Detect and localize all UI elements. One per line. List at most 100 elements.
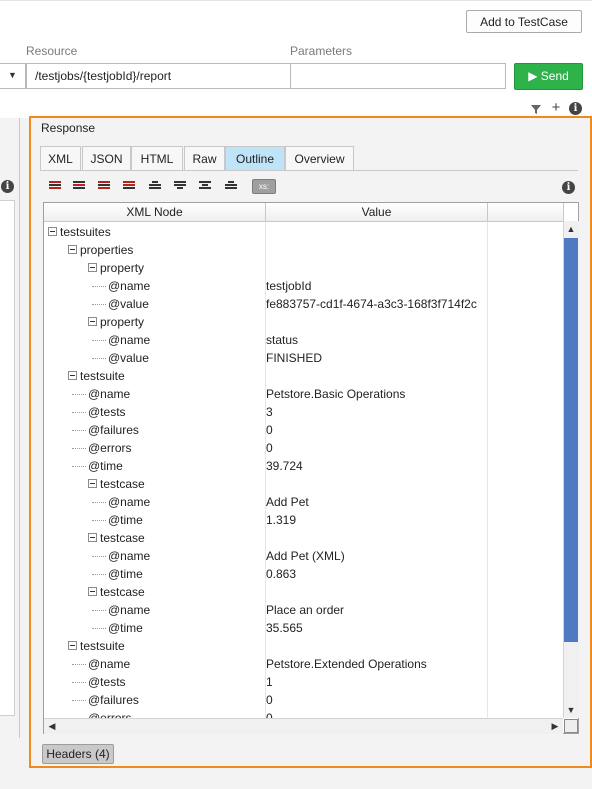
node-value: status bbox=[266, 333, 299, 347]
node-value: 35.565 bbox=[266, 621, 303, 635]
table-row[interactable]: @name Petstore.Basic Operations bbox=[44, 385, 564, 403]
filter-icon[interactable] bbox=[530, 103, 542, 115]
table-row[interactable]: @failures 0 bbox=[44, 421, 564, 439]
collapse-toggle-icon[interactable] bbox=[48, 227, 57, 236]
table-row[interactable]: @tests 1 bbox=[44, 673, 564, 691]
node-name: @value bbox=[108, 351, 149, 365]
chevron-down-icon: ▼ bbox=[8, 70, 17, 80]
move-down-icon[interactable] bbox=[149, 181, 161, 192]
expand-level-icon[interactable] bbox=[98, 181, 110, 192]
move-bottom-icon[interactable] bbox=[225, 181, 237, 192]
expand-all-icon[interactable] bbox=[123, 181, 135, 192]
node-value: 0 bbox=[266, 693, 273, 707]
table-row[interactable]: @errors 0 bbox=[44, 439, 564, 457]
tree-line bbox=[72, 430, 86, 432]
column-header-value[interactable]: Value bbox=[266, 203, 488, 222]
node-name: @errors bbox=[88, 441, 132, 455]
parameters-input[interactable] bbox=[290, 63, 506, 89]
tree-line bbox=[92, 610, 106, 612]
divider bbox=[0, 0, 592, 1]
resource-input[interactable]: /testjobs/{testjobId}/report bbox=[26, 63, 291, 89]
collapse-all-icon[interactable] bbox=[49, 181, 61, 192]
tab-json[interactable]: JSON bbox=[82, 146, 131, 171]
horizontal-scrollbar[interactable] bbox=[44, 718, 563, 734]
table-row[interactable]: @name testjobId bbox=[44, 277, 564, 295]
tab-raw[interactable]: Raw bbox=[184, 146, 225, 171]
table-row[interactable]: @name Place an order bbox=[44, 601, 564, 619]
table-row[interactable]: testcase bbox=[44, 475, 564, 493]
node-name: property bbox=[100, 261, 145, 275]
table-row[interactable]: @tests 3 bbox=[44, 403, 564, 421]
scroll-right-icon[interactable]: ▶ bbox=[548, 719, 562, 733]
info-icon[interactable]: i bbox=[562, 181, 575, 194]
zoom-icon[interactable] bbox=[564, 719, 578, 733]
node-name: @value bbox=[108, 297, 149, 311]
tab-xml[interactable]: XML bbox=[40, 146, 81, 171]
node-name: testcase bbox=[100, 477, 145, 491]
table-row[interactable]: @time 1.319 bbox=[44, 511, 564, 529]
collapse-toggle-icon[interactable] bbox=[68, 641, 77, 650]
table-row[interactable]: @value fe883757-cd1f-4674-a3c3-168f3f714f… bbox=[44, 295, 564, 313]
table-row[interactable]: @name status bbox=[44, 331, 564, 349]
collapse-toggle-icon[interactable] bbox=[88, 317, 97, 326]
info-icon[interactable]: i bbox=[569, 102, 582, 115]
table-row[interactable]: @value FINISHED bbox=[44, 349, 564, 367]
tab-outline[interactable]: Outline bbox=[225, 146, 285, 171]
table-row[interactable]: property bbox=[44, 259, 564, 277]
table-row[interactable]: @failures 0 bbox=[44, 691, 564, 709]
tab-html[interactable]: HTML bbox=[131, 146, 183, 171]
table-row[interactable]: @name Petstore.Extended Operations bbox=[44, 655, 564, 673]
add-to-testcase-button[interactable]: Add to TestCase bbox=[466, 10, 582, 33]
parameters-label: Parameters bbox=[290, 44, 353, 58]
method-dropdown[interactable]: ▼ bbox=[0, 63, 26, 89]
headers-button[interactable]: Headers (4) bbox=[42, 744, 114, 764]
plus-icon[interactable]: + bbox=[550, 100, 562, 115]
xs-types-button[interactable]: xs: bbox=[252, 179, 276, 194]
table-row[interactable]: testsuite bbox=[44, 637, 564, 655]
info-icon[interactable]: i bbox=[1, 180, 14, 193]
node-name: testsuite bbox=[80, 639, 125, 653]
response-title: Response bbox=[41, 121, 96, 135]
table-row[interactable]: testcase bbox=[44, 583, 564, 601]
node-name: @failures bbox=[88, 693, 139, 707]
table-row[interactable]: @name Add Pet bbox=[44, 493, 564, 511]
collapse-toggle-icon[interactable] bbox=[88, 263, 97, 272]
collapse-toggle-icon[interactable] bbox=[88, 533, 97, 542]
collapse-level-icon[interactable] bbox=[73, 181, 85, 192]
node-name: @name bbox=[88, 657, 131, 671]
tree-line bbox=[72, 466, 86, 468]
collapse-toggle-icon[interactable] bbox=[68, 371, 77, 380]
outline-grid[interactable]: XML Node Value testsuites properties prope… bbox=[43, 202, 579, 734]
table-row[interactable]: properties bbox=[44, 241, 564, 259]
collapse-toggle-icon[interactable] bbox=[68, 245, 77, 254]
tree-line bbox=[72, 412, 86, 414]
scroll-thumb[interactable] bbox=[564, 238, 578, 642]
tree-line bbox=[92, 358, 106, 360]
column-header-xml-node[interactable]: XML Node bbox=[44, 203, 266, 222]
collapse-toggle-icon[interactable] bbox=[88, 587, 97, 596]
move-up-icon[interactable] bbox=[174, 181, 186, 192]
table-row[interactable]: testsuite bbox=[44, 367, 564, 385]
table-row[interactable]: @time 39.724 bbox=[44, 457, 564, 475]
move-top-icon[interactable] bbox=[199, 181, 211, 192]
table-row[interactable]: @time 35.565 bbox=[44, 619, 564, 637]
node-name: @time bbox=[108, 621, 143, 635]
scroll-left-icon[interactable]: ◀ bbox=[45, 719, 59, 733]
node-value: 0.863 bbox=[266, 567, 297, 581]
tree-line bbox=[92, 628, 106, 630]
table-row[interactable]: @time 0.863 bbox=[44, 565, 564, 583]
tab-overview[interactable]: Overview bbox=[285, 146, 354, 171]
table-row[interactable]: testcase bbox=[44, 529, 564, 547]
node-value: testjobId bbox=[266, 279, 312, 293]
play-icon: ▶ bbox=[528, 69, 538, 83]
table-row[interactable]: property bbox=[44, 313, 564, 331]
node-name: @name bbox=[108, 549, 151, 563]
table-row[interactable]: @name Add Pet (XML) bbox=[44, 547, 564, 565]
node-name: @name bbox=[108, 603, 151, 617]
node-name: @failures bbox=[88, 423, 139, 437]
scroll-up-icon[interactable]: ▲ bbox=[564, 222, 578, 236]
table-row[interactable]: testsuites bbox=[44, 223, 564, 241]
collapse-toggle-icon[interactable] bbox=[88, 479, 97, 488]
send-button[interactable]: ▶ Send bbox=[514, 63, 583, 90]
scroll-down-icon[interactable]: ▼ bbox=[564, 703, 578, 717]
